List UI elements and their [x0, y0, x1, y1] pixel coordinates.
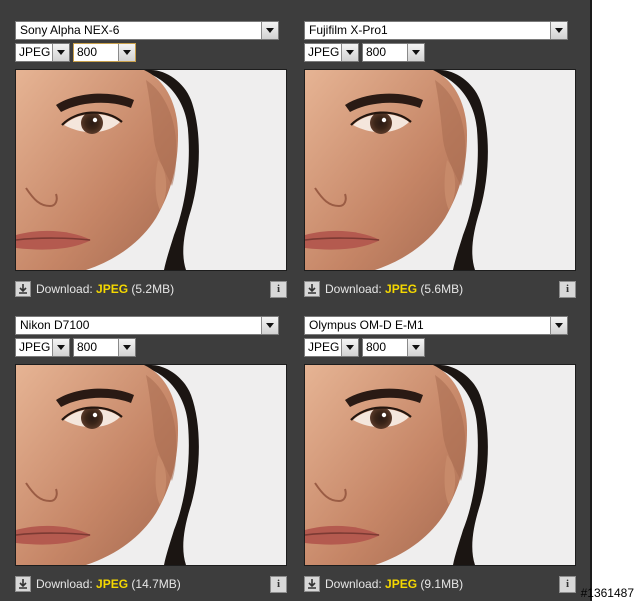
download-arrow-icon[interactable] — [304, 576, 320, 592]
download-link[interactable]: JPEG — [96, 577, 128, 591]
chevron-down-icon[interactable] — [550, 22, 567, 39]
chevron-down-icon[interactable] — [118, 339, 135, 356]
sample-image — [15, 364, 287, 566]
download-label: Download: — [36, 282, 93, 296]
chevron-down-icon[interactable] — [341, 44, 358, 61]
iso-value: 800 — [366, 340, 387, 354]
camera-select[interactable]: Sony Alpha NEX-6 — [15, 21, 279, 40]
file-size: (5.2MB) — [131, 282, 175, 296]
download-row: Download: JPEG (5.6MB) i — [304, 280, 576, 298]
download-link[interactable]: JPEG — [385, 577, 417, 591]
download-row: Download: JPEG (9.1MB) i — [304, 575, 576, 593]
download-row: Download: JPEG (14.7MB) i — [15, 575, 287, 593]
camera-panel-1: Sony Alpha NEX-6 JPEG 800 Download: JPEG… — [15, 21, 291, 317]
watermark: #1361487 — [580, 586, 634, 600]
info-icon[interactable]: i — [559, 576, 576, 593]
chevron-down-icon[interactable] — [341, 339, 358, 356]
format-select[interactable]: JPEG — [304, 338, 359, 357]
chevron-down-icon[interactable] — [52, 44, 69, 61]
iso-value: 800 — [77, 45, 98, 59]
chevron-down-icon[interactable] — [550, 317, 567, 334]
download-link[interactable]: JPEG — [96, 282, 128, 296]
iso-value: 800 — [366, 45, 387, 59]
chevron-down-icon[interactable] — [407, 339, 424, 356]
download-label: Download: — [36, 577, 93, 591]
camera-name: Fujifilm X-Pro1 — [309, 23, 388, 37]
camera-name: Nikon D7100 — [20, 318, 90, 332]
chevron-down-icon[interactable] — [118, 44, 135, 61]
file-size: (5.6MB) — [420, 282, 464, 296]
camera-select[interactable]: Olympus OM-D E-M1 — [304, 316, 568, 335]
info-icon[interactable]: i — [270, 576, 287, 593]
camera-name: Olympus OM-D E-M1 — [309, 318, 424, 332]
download-arrow-icon[interactable] — [15, 576, 31, 592]
download-label: Download: — [325, 577, 382, 591]
format-value: JPEG — [308, 45, 340, 59]
iso-select[interactable]: 800 — [73, 338, 136, 357]
camera-select[interactable]: Fujifilm X-Pro1 — [304, 21, 568, 40]
chevron-down-icon[interactable] — [52, 339, 69, 356]
sample-image — [304, 69, 576, 271]
chevron-down-icon[interactable] — [261, 317, 278, 334]
camera-select[interactable]: Nikon D7100 — [15, 316, 279, 335]
iso-select[interactable]: 800 — [362, 43, 425, 62]
camera-panel-2: Fujifilm X-Pro1 JPEG 800 Download: JPEG … — [304, 21, 580, 317]
format-value: JPEG — [19, 340, 51, 354]
format-value: JPEG — [308, 340, 340, 354]
download-link[interactable]: JPEG — [385, 282, 417, 296]
sample-image — [304, 364, 576, 566]
info-icon[interactable]: i — [270, 281, 287, 298]
iso-value: 800 — [77, 340, 98, 354]
file-size: (9.1MB) — [420, 577, 464, 591]
iso-select[interactable]: 800 — [362, 338, 425, 357]
chevron-down-icon[interactable] — [407, 44, 424, 61]
format-select[interactable]: JPEG — [15, 43, 70, 62]
camera-name: Sony Alpha NEX-6 — [20, 23, 120, 37]
format-select[interactable]: JPEG — [304, 43, 359, 62]
camera-panel-4: Olympus OM-D E-M1 JPEG 800 Download: JPE… — [304, 316, 580, 612]
format-value: JPEG — [19, 45, 51, 59]
format-select[interactable]: JPEG — [15, 338, 70, 357]
camera-panel-3: Nikon D7100 JPEG 800 Download: JPEG (14.… — [15, 316, 291, 612]
sample-image — [15, 69, 287, 271]
download-row: Download: JPEG (5.2MB) i — [15, 280, 287, 298]
download-label: Download: — [325, 282, 382, 296]
iso-select[interactable]: 800 — [73, 43, 136, 62]
chevron-down-icon[interactable] — [261, 22, 278, 39]
file-size: (14.7MB) — [131, 577, 181, 591]
download-arrow-icon[interactable] — [304, 281, 320, 297]
info-icon[interactable]: i — [559, 281, 576, 298]
panel-edge — [590, 0, 592, 601]
download-arrow-icon[interactable] — [15, 281, 31, 297]
